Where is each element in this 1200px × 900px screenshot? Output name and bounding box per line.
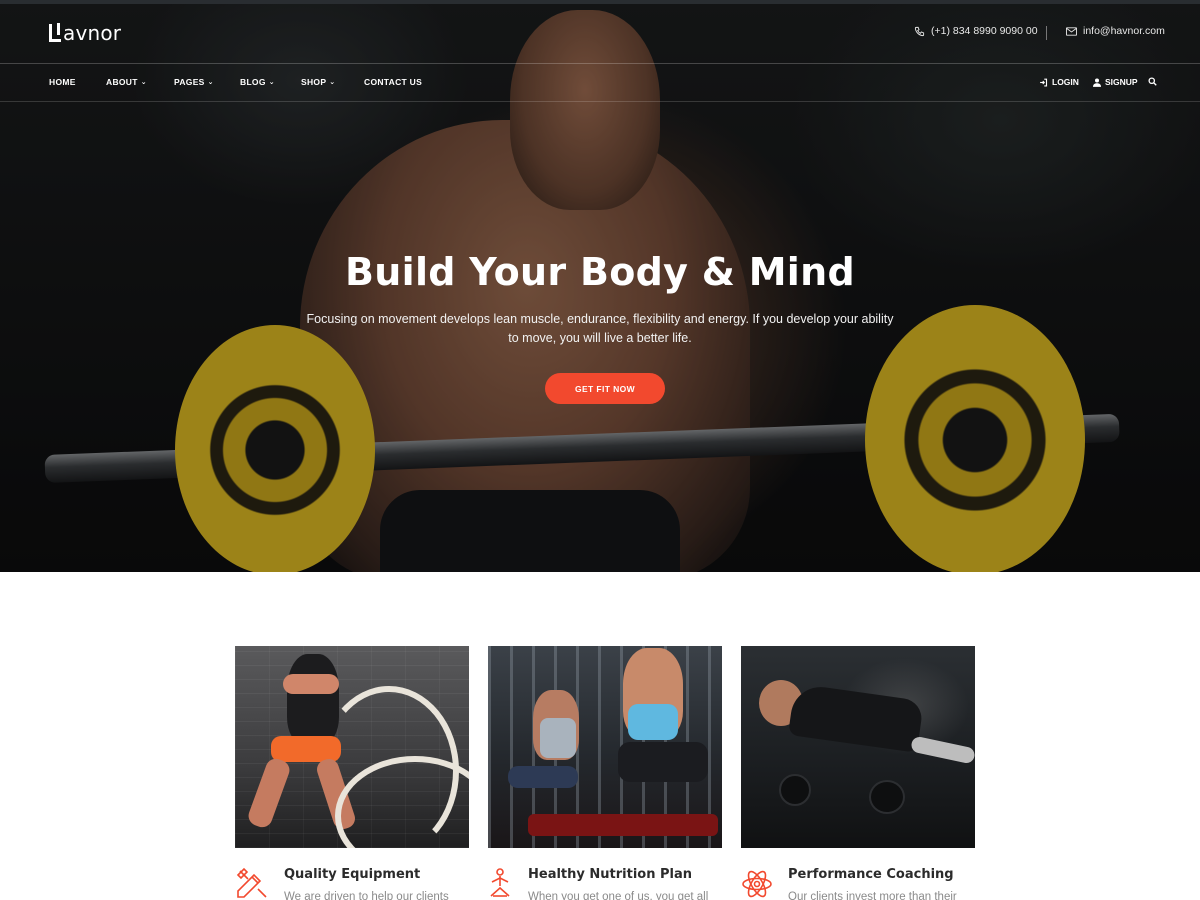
- user-icon: [1093, 78, 1101, 87]
- site-logo[interactable]: avnor: [49, 20, 121, 46]
- phone-number: (+1) 834 8990 9090 00: [931, 25, 1038, 37]
- nav-item-label: ABOUT: [106, 77, 138, 87]
- nav-item-about[interactable]: ABOUT ⌄: [106, 77, 147, 87]
- hero-subtitle: Focusing on movement develops lean muscl…: [300, 310, 900, 348]
- feature-desc: We are driven to help our clients: [284, 891, 449, 900]
- login-icon: [1040, 78, 1048, 86]
- nav-item-pages[interactable]: PAGES ⌄: [174, 77, 214, 87]
- nav-item-blog[interactable]: BLOG ⌄: [240, 77, 275, 87]
- hero-title: Build Your Body & Mind: [345, 250, 855, 294]
- nav-item-label: PAGES: [174, 77, 205, 87]
- gym-training-photo: [488, 646, 722, 848]
- nav-item-label: SHOP: [301, 77, 327, 87]
- logo-mark-icon: [49, 23, 61, 42]
- hero-subtitle-line-2: to move, you will live a better life.: [508, 331, 692, 345]
- bench-shape: [528, 814, 718, 836]
- signup-label: SIGNUP: [1105, 77, 1138, 87]
- logo-text: avnor: [63, 21, 122, 45]
- tools-icon: [236, 867, 267, 898]
- feature-image-gym-training: [488, 646, 722, 848]
- contact-email[interactable]: info@havnor.com: [1066, 25, 1165, 37]
- nav-item-label: CONTACT US: [364, 77, 423, 87]
- woman-leggings: [618, 742, 708, 782]
- hero-subtitle-line-1: Focusing on movement develops lean muscl…: [306, 312, 894, 326]
- athlete-legs: [910, 735, 975, 765]
- search-button[interactable]: [1148, 77, 1161, 86]
- nav-item-contact-us[interactable]: CONTACT US: [364, 77, 422, 87]
- athlete-body: [788, 683, 924, 753]
- feature-desc: When you get one of us, you get all: [528, 891, 709, 900]
- feature-title: Healthy Nutrition Plan: [528, 867, 693, 882]
- trainer-shirt: [540, 718, 576, 758]
- nav-item-label: BLOG: [240, 77, 266, 87]
- chevron-down-icon: ⌄: [329, 79, 336, 86]
- nav-item-shop[interactable]: SHOP ⌄: [301, 77, 335, 87]
- get-fit-now-button[interactable]: GET FIT NOW: [545, 373, 665, 404]
- athlete-leg-left: [245, 756, 293, 830]
- pushup-photo: [741, 646, 975, 848]
- contact-divider: [1046, 26, 1047, 40]
- nav-divider-bottom: [0, 101, 1200, 102]
- feature-image-pushup: [741, 646, 975, 848]
- meditation-icon: [490, 868, 510, 897]
- athlete-arms: [283, 674, 339, 694]
- hero-section: avnor (+1) 834 8990 9090 00 info@havnor.…: [0, 0, 1200, 572]
- chevron-down-icon: ⌄: [268, 79, 275, 86]
- feature-title: Quality Equipment: [284, 867, 421, 882]
- feature-desc: Our clients invest more than their: [788, 891, 957, 900]
- login-link[interactable]: LOGIN: [1039, 77, 1079, 87]
- mail-icon: [1066, 26, 1077, 36]
- top-bar: avnor (+1) 834 8990 9090 00 info@havnor.…: [0, 4, 1200, 63]
- kettlebell-left: [779, 774, 811, 806]
- signup-link[interactable]: SIGNUP: [1093, 77, 1138, 87]
- contact-phone[interactable]: (+1) 834 8990 9090 00: [914, 25, 1038, 37]
- atom-icon: [742, 870, 772, 898]
- chevron-down-icon: ⌄: [207, 79, 214, 86]
- kettlebell-right: [869, 780, 905, 814]
- battle-ropes-photo: [235, 646, 469, 848]
- phone-icon: [914, 26, 925, 36]
- nav-item-home[interactable]: HOME: [49, 77, 76, 87]
- nav-item-label: HOME: [49, 77, 76, 87]
- login-label: LOGIN: [1052, 77, 1079, 87]
- woman-top: [628, 704, 678, 740]
- email-address: info@havnor.com: [1083, 25, 1165, 37]
- feature-image-battle-ropes: [235, 646, 469, 848]
- main-nav: HOME ABOUT ⌄ PAGES ⌄ BLOG ⌄ SHOP ⌄ CONTA…: [0, 64, 1200, 101]
- search-icon: [1148, 77, 1157, 86]
- chevron-down-icon: ⌄: [140, 79, 147, 86]
- trainer-shorts: [508, 766, 578, 788]
- feature-title: Performance Coaching: [788, 867, 954, 882]
